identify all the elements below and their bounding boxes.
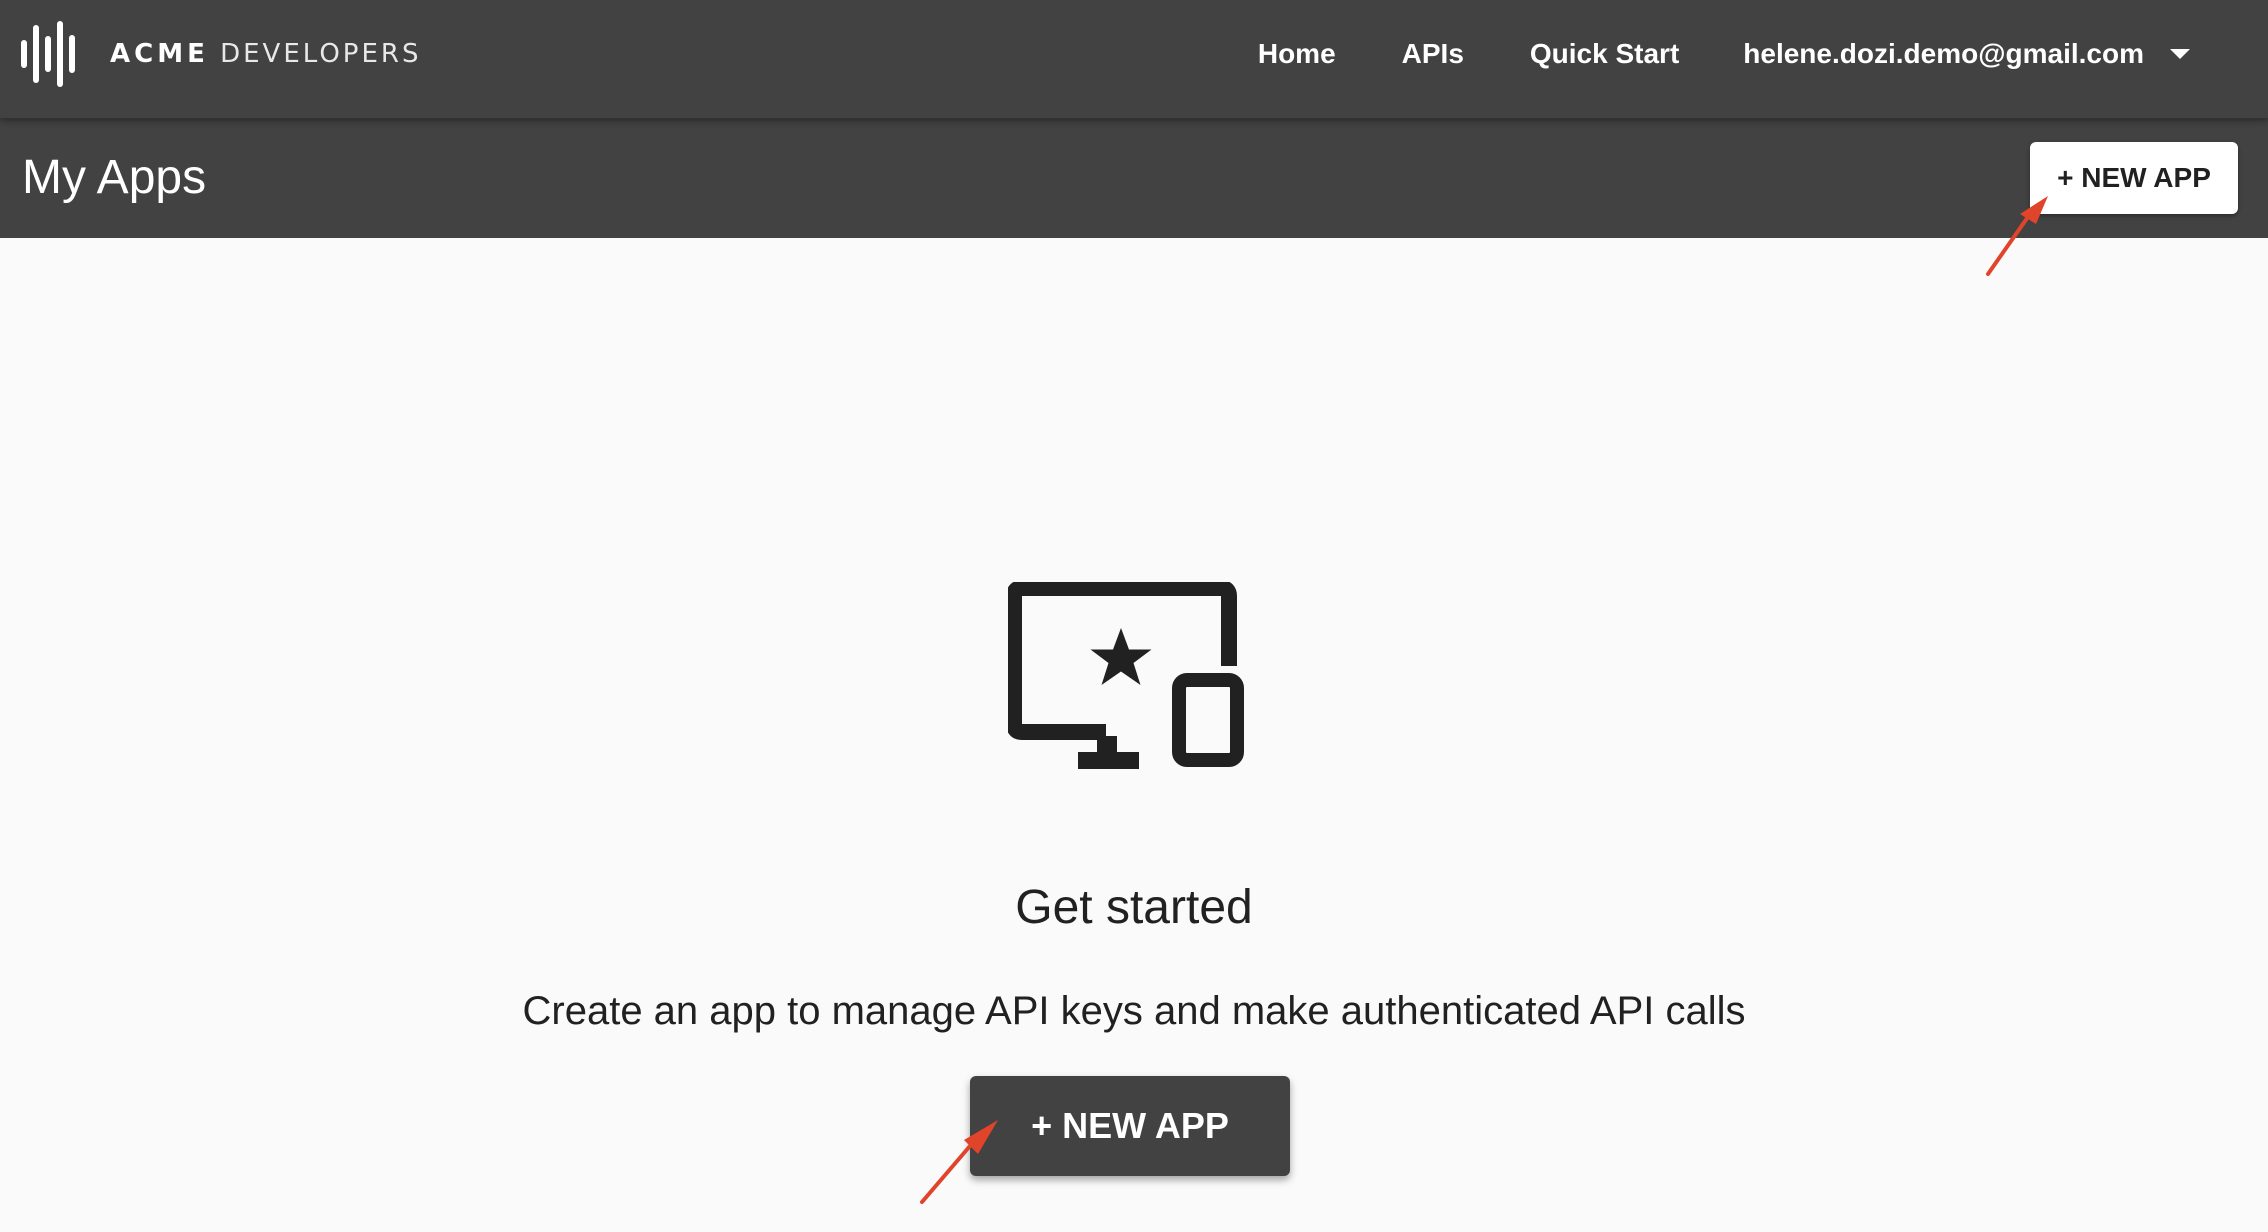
top-navbar: ACME DEVELOPERS Home APIs Quick Start he… [0, 0, 2268, 118]
nav-home[interactable]: Home [1258, 38, 1336, 70]
logo-wordmark: ACME DEVELOPERS [110, 39, 422, 69]
main-nav: Home APIs Quick Start helene.dozi.demo@g… [1258, 0, 2268, 108]
empty-state-heading: Get started [1015, 881, 1253, 934]
page-title: My Apps [22, 151, 207, 204]
page-header: My Apps + NEW APP [0, 118, 2268, 238]
devices-star-icon [1008, 582, 1244, 769]
user-menu[interactable]: helene.dozi.demo@gmail.com [1743, 38, 2190, 70]
new-app-button-header[interactable]: + NEW APP [2030, 142, 2238, 214]
nav-quick-start[interactable]: Quick Start [1530, 38, 1679, 70]
acme-developers-logo[interactable]: ACME DEVELOPERS [20, 20, 421, 88]
empty-state: Get started Create an app to manage API … [0, 238, 2268, 1232]
user-email: helene.dozi.demo@gmail.com [1743, 38, 2144, 69]
new-app-button[interactable]: + NEW APP [970, 1076, 1290, 1176]
empty-state-description: Create an app to manage API keys and mak… [522, 989, 1746, 1033]
sound-wave-icon [21, 21, 75, 87]
chevron-down-icon [2170, 49, 2190, 59]
nav-apis[interactable]: APIs [1402, 38, 1464, 70]
